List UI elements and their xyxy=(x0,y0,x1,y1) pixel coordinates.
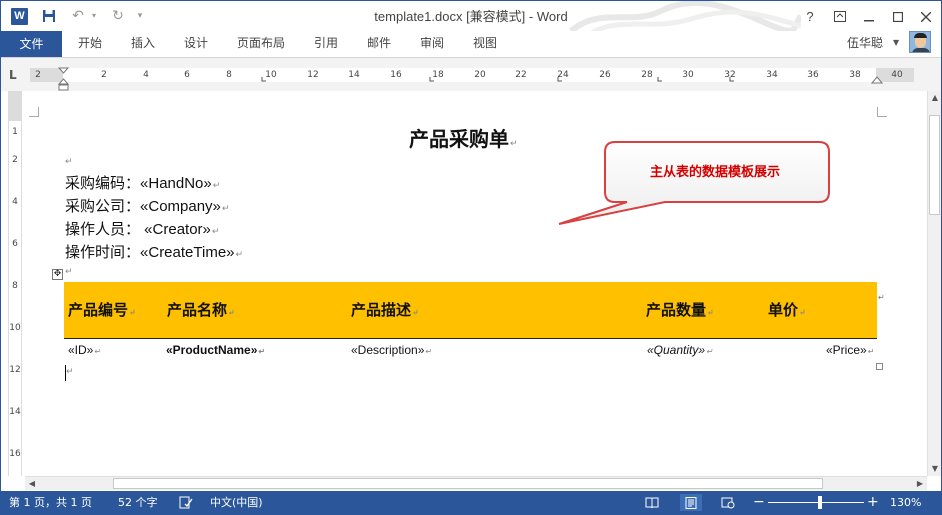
ruler-number: 10 xyxy=(9,323,21,333)
table-header-cell: 产品数量↵ xyxy=(646,301,714,319)
tab-home[interactable]: 开始 xyxy=(71,31,109,57)
status-bar: 第 1 页，共 1 页 52 个字 中文(中国) − + 130% xyxy=(1,491,941,514)
field-line-hand-no: 采购编码：«HandNo»↵ xyxy=(65,174,221,192)
ruler-number: 14 xyxy=(9,407,21,417)
undo-dropdown-icon[interactable]: ▾ xyxy=(89,5,99,27)
save-icon[interactable] xyxy=(39,5,59,27)
tab-view[interactable]: 视图 xyxy=(466,31,504,57)
horizontal-scrollbar[interactable]: ◀ ▶ xyxy=(25,476,927,490)
paragraph-mark: ↵ xyxy=(65,267,73,277)
zoom-level[interactable]: 130% xyxy=(890,491,921,514)
page-count[interactable]: 第 1 页，共 1 页 xyxy=(9,491,92,514)
horizontal-scroll-thumb[interactable] xyxy=(113,478,823,489)
ruler-number: 2 xyxy=(12,155,18,165)
ruler-number: 1 xyxy=(12,127,18,137)
zoom-slider[interactable] xyxy=(768,502,864,503)
user-menu-chevron-icon[interactable]: ▼ xyxy=(893,31,899,57)
avatar[interactable] xyxy=(909,31,931,53)
ruler-tab-stops xyxy=(261,77,734,82)
margin-corner xyxy=(29,107,39,117)
proofing-icon[interactable] xyxy=(179,491,193,514)
ribbon-display-icon[interactable] xyxy=(827,5,853,29)
title-bar: W ↶ ▾ ↻ ▾ template1.docx [兼容模式] - Word ? xyxy=(1,1,941,33)
read-mode-icon[interactable] xyxy=(641,494,663,511)
tab-design[interactable]: 设计 xyxy=(177,31,215,57)
scroll-left-icon[interactable]: ◀ xyxy=(25,477,39,491)
paragraph-mark: ↵ xyxy=(65,157,73,167)
ruler-number: 6 xyxy=(12,239,18,249)
ruler-number: 8 xyxy=(12,281,18,291)
field-value: «Creator» xyxy=(140,221,211,238)
ruler-number: 12 xyxy=(9,365,21,375)
scroll-down-icon[interactable]: ▼ xyxy=(928,462,942,476)
ribbon-tab-bar: 文件 开始 插入 设计 页面布局 引用 邮件 审阅 视图 伍华聪 ▼ xyxy=(1,31,941,57)
callout-text: 主从表的数据模板展示 xyxy=(649,165,780,180)
right-indent-marker-icon[interactable] xyxy=(871,74,883,90)
table-cell-description: «Description»↵ xyxy=(351,343,433,357)
help-button[interactable]: ? xyxy=(797,5,823,29)
table-header-cell: 产品编号↵ xyxy=(68,301,136,319)
field-line-company: 采购公司：«Company»↵ xyxy=(65,197,230,215)
word-count[interactable]: 52 个字 xyxy=(118,491,158,514)
vertical-scroll-thumb[interactable] xyxy=(929,115,940,215)
field-value: «Company» xyxy=(140,198,221,215)
tab-selector-button[interactable]: L xyxy=(9,68,23,82)
word-app-icon[interactable]: W xyxy=(11,8,28,25)
tab-file[interactable]: 文件 xyxy=(1,31,62,57)
table-header-cell: 单价↵ xyxy=(768,301,806,319)
table-header-cell: 产品名称↵ xyxy=(167,301,235,319)
undo-icon[interactable]: ↶ xyxy=(67,5,89,27)
user-name[interactable]: 伍华聪 xyxy=(847,31,883,57)
table-header-row: 产品编号↵ 产品名称↵ 产品描述↵ 产品数量↵ 单价↵ xyxy=(64,282,877,339)
ruler-number: 4 xyxy=(12,197,18,207)
tab-review[interactable]: 审阅 xyxy=(413,31,451,57)
document-canvas[interactable]: 产品采购单↵ ↵ 采购编码：«HandNo»↵ 采购公司：«Company»↵ … xyxy=(25,91,927,476)
vertical-ruler[interactable]: 1 2 4 6 8 10 12 14 16 xyxy=(8,91,22,476)
tab-mailings[interactable]: 邮件 xyxy=(360,31,398,57)
field-value: «HandNo» xyxy=(140,175,212,192)
tab-insert[interactable]: 插入 xyxy=(124,31,162,57)
field-line-creator: 操作人员： «Creator»↵ xyxy=(65,220,220,238)
zoom-in-button[interactable]: + xyxy=(867,491,879,514)
document-heading: 产品采购单↵ xyxy=(409,123,518,152)
table-cell-id: «ID»↵ xyxy=(68,343,102,357)
table-cell-price: «Price»↵ xyxy=(826,343,875,357)
title-bar-decoration xyxy=(569,1,801,33)
language-indicator[interactable]: 中文(中国) xyxy=(210,491,263,514)
scroll-up-icon[interactable]: ▲ xyxy=(928,91,942,105)
callout-shape[interactable] xyxy=(555,136,835,236)
minimize-icon[interactable] xyxy=(856,5,882,29)
table-resize-handle[interactable] xyxy=(876,363,883,370)
table-move-handle[interactable]: ✥ xyxy=(52,269,63,280)
ruler-area: L 2 2 4 6 8 10 12 14 16 18 20 22 24 26 2… xyxy=(1,57,941,91)
row-end-mark: ↵ xyxy=(878,293,885,302)
table-cell-product-name: «ProductName»↵ xyxy=(166,343,266,357)
paragraph-mark: ↵ xyxy=(510,139,518,149)
ruler-number: 16 xyxy=(9,449,21,459)
field-line-create-time: 操作时间：«CreateTime»↵ xyxy=(65,243,244,261)
scroll-right-icon[interactable]: ▶ xyxy=(913,477,927,491)
indent-marker-icon[interactable] xyxy=(58,67,69,91)
heading-text: 产品采购单 xyxy=(409,127,509,151)
table-header-cell: 产品描述↵ xyxy=(351,301,419,319)
tab-page-layout[interactable]: 页面布局 xyxy=(231,31,291,57)
redo-icon[interactable]: ↻ xyxy=(107,5,129,27)
web-layout-icon[interactable] xyxy=(717,494,739,511)
paragraph-mark: ↵ xyxy=(66,367,74,377)
field-value: «CreateTime» xyxy=(140,244,235,261)
table-cell-quantity: «Quantity»↵ xyxy=(647,343,713,357)
customize-toolbar-icon[interactable]: ▾ xyxy=(133,5,147,27)
maximize-icon[interactable] xyxy=(885,5,911,29)
tab-references[interactable]: 引用 xyxy=(307,31,345,57)
zoom-slider-thumb[interactable] xyxy=(817,496,822,509)
zoom-out-button[interactable]: − xyxy=(753,491,765,514)
print-layout-icon[interactable] xyxy=(680,494,702,511)
close-icon[interactable] xyxy=(913,5,939,29)
vertical-scrollbar[interactable]: ▲ ▼ xyxy=(927,91,941,476)
margin-corner xyxy=(877,107,887,117)
